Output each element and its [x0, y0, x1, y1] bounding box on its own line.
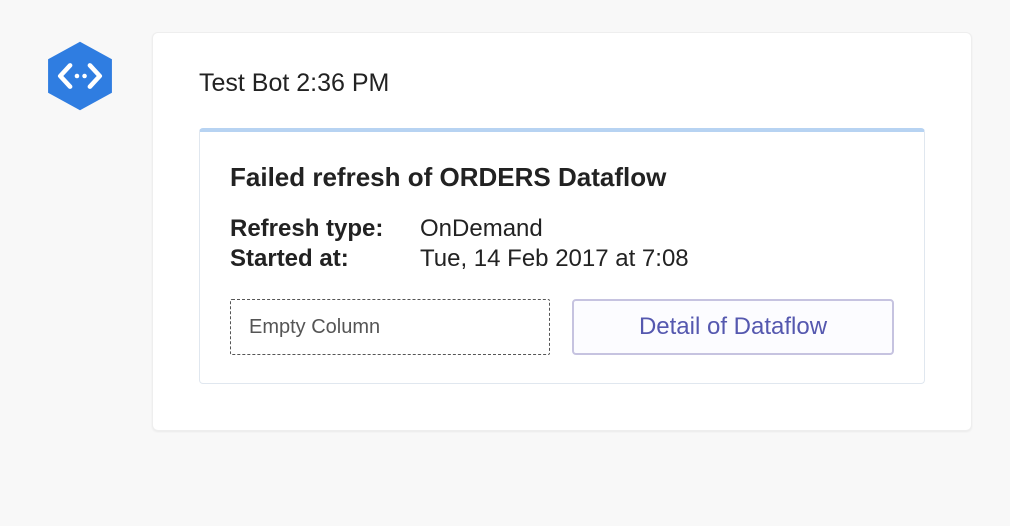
message-header: Test Bot 2:36 PM — [199, 69, 925, 98]
started-at-value: Tue, 14 Feb 2017 at 7:08 — [420, 245, 689, 273]
started-at-label: Started at: — [230, 245, 420, 273]
adaptive-card: Failed refresh of ORDERS Dataflow Refres… — [199, 128, 925, 384]
refresh-type-value: OnDemand — [420, 215, 543, 243]
bot-avatar — [42, 32, 118, 120]
empty-column-placeholder: Empty Column — [230, 299, 550, 355]
fact-row: Started at: Tue, 14 Feb 2017 at 7:08 — [230, 245, 894, 273]
refresh-type-label: Refresh type: — [230, 215, 420, 243]
sender-name: Test Bot — [199, 69, 289, 97]
card-title: Failed refresh of ORDERS Dataflow — [230, 162, 894, 193]
action-row: Empty Column Detail of Dataflow — [230, 299, 894, 355]
message-card: Test Bot 2:36 PM Failed refresh of ORDER… — [152, 32, 972, 431]
message-timestamp: 2:36 PM — [296, 69, 389, 97]
detail-of-dataflow-button[interactable]: Detail of Dataflow — [572, 299, 894, 355]
code-hexagon-icon — [42, 32, 118, 120]
facts-table: Refresh type: OnDemand Started at: Tue, … — [230, 215, 894, 273]
fact-row: Refresh type: OnDemand — [230, 215, 894, 243]
